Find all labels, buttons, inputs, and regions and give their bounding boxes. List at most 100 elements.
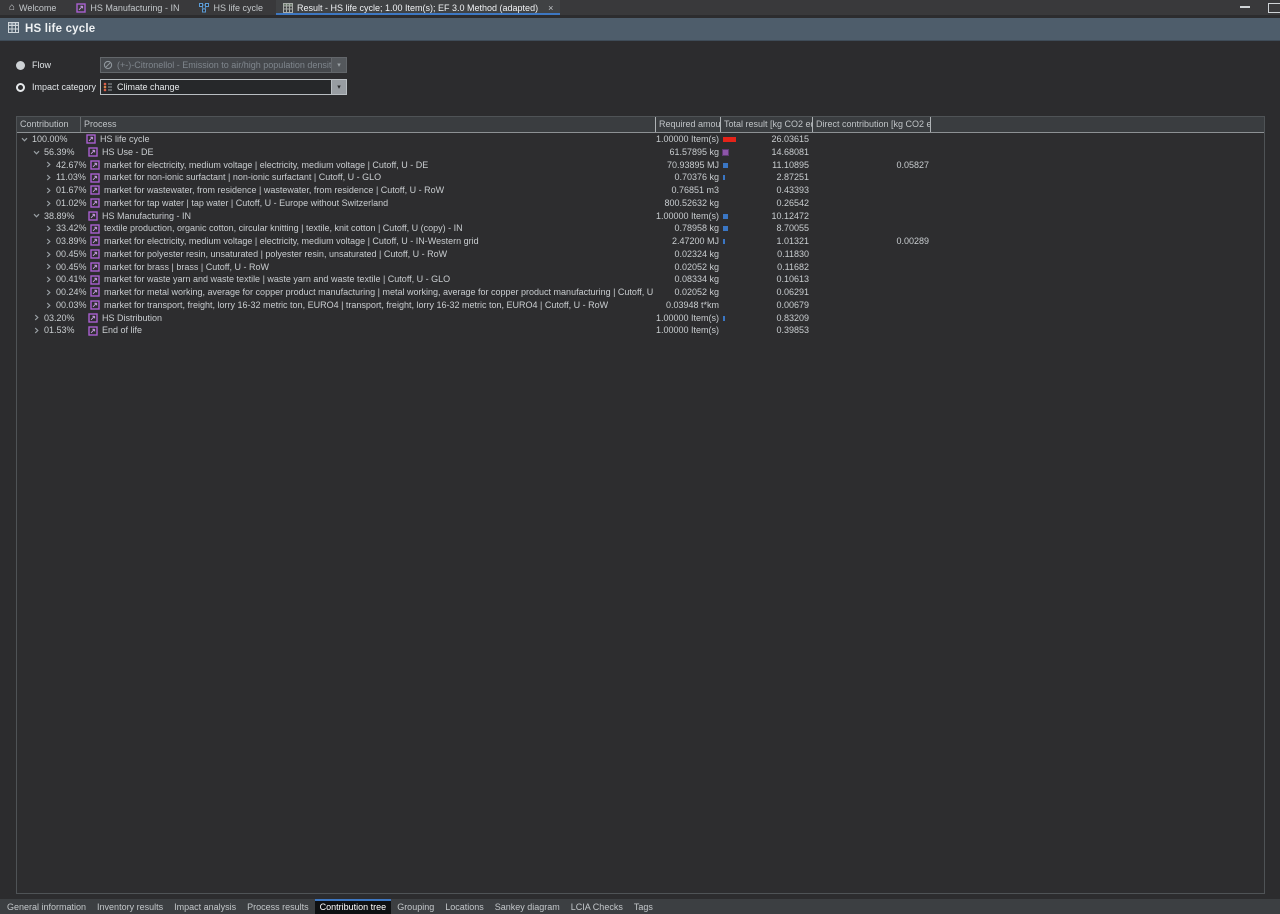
process-icon — [90, 160, 100, 170]
process-name: textile production, organic cotton, circ… — [104, 222, 463, 235]
column-header[interactable]: Process — [81, 117, 656, 132]
bottom-tab[interactable]: Tags — [629, 899, 658, 914]
flow-label: Flow — [32, 60, 51, 70]
chevron-right-icon[interactable] — [45, 263, 52, 270]
process-icon — [86, 134, 96, 144]
process-icon — [90, 173, 100, 183]
column-header[interactable]: Direct contribution [kg CO2 eq] — [813, 117, 931, 132]
top-tab[interactable]: HS life cycle — [192, 0, 270, 15]
total-result-cell: 2.87251 — [679, 171, 809, 184]
chevron-down-icon[interactable] — [33, 149, 40, 156]
chevron-down-icon[interactable] — [33, 212, 40, 219]
chevron-right-icon[interactable] — [45, 161, 52, 168]
tree-row[interactable]: 00.41% market for waste yarn and waste te… — [17, 273, 1264, 286]
home-icon: ⌂ — [9, 3, 15, 13]
chevron-down-icon[interactable] — [21, 136, 28, 143]
bottom-tab[interactable]: Sankey diagram — [490, 899, 565, 914]
tree-row[interactable]: 00.45%market for brass | brass | Cutoff,… — [17, 261, 1264, 274]
tree-row[interactable]: 38.89%HS Manufacturing - IN1.00000 Item(… — [17, 210, 1264, 223]
maximize-icon[interactable] — [1268, 3, 1280, 13]
process-name: HS Manufacturing - IN — [102, 210, 191, 223]
tree-row[interactable]: 01.02%market for tap water | tap water |… — [17, 197, 1264, 210]
contribution-cell: 00.03% — [45, 299, 87, 312]
contribution-cell: 00.24% — [45, 286, 87, 299]
chevron-right-icon[interactable] — [45, 276, 52, 283]
chevron-right-icon[interactable] — [45, 225, 52, 232]
result-table-icon — [283, 3, 293, 13]
chevron-right-icon[interactable] — [45, 251, 52, 258]
chevron-right-icon[interactable] — [45, 187, 52, 194]
column-header[interactable]: Required amount — [656, 117, 721, 132]
total-result-cell: 0.10613 — [679, 273, 809, 286]
flow-selector-row: Flow (+-)-Citronellol - Emission to air/… — [0, 57, 51, 73]
flow-combo: (+-)-Citronellol - Emission to air/high … — [100, 57, 347, 73]
top-tab[interactable]: ⌂ Welcome — [2, 0, 63, 15]
chevron-right-icon[interactable] — [45, 289, 52, 296]
process-icon — [90, 275, 100, 285]
tree-row[interactable]: 56.39%HS Use - DE61.57895 kg14.68081 — [17, 146, 1264, 159]
impact-category-radio[interactable] — [16, 83, 25, 92]
chevron-right-icon[interactable] — [33, 314, 40, 321]
contribution-cell: 100.00% — [21, 133, 68, 146]
tree-row[interactable]: 00.24%market for metal working, average … — [17, 286, 1264, 299]
tree-row[interactable]: 03.20%HS Distribution1.00000 Item(s)0.83… — [17, 312, 1264, 325]
impact-category-combo[interactable]: Climate change ▾ — [100, 79, 347, 95]
table-body: 100.00%HS life cycle1.00000 Item(s)26.03… — [17, 133, 1264, 337]
contribution-percent: 01.53% — [44, 324, 75, 337]
bottom-tab[interactable]: General information — [2, 899, 91, 914]
contribution-cell: 01.53% — [33, 324, 75, 337]
top-tab-label: Welcome — [19, 3, 56, 13]
bottom-tab[interactable]: Locations — [440, 899, 489, 914]
table-header-row: ContributionProcessRequired amountTotal … — [17, 117, 1264, 133]
tree-row[interactable]: 03.89%market for electricity, medium vol… — [17, 235, 1264, 248]
chevron-down-icon[interactable]: ▾ — [331, 80, 346, 94]
column-header[interactable]: Contribution — [17, 117, 81, 132]
bottom-tab[interactable]: LCIA Checks — [566, 899, 628, 914]
process-name: market for polyester resin, unsaturated … — [104, 248, 447, 261]
bottom-tab-bar: General informationInventory resultsImpa… — [0, 899, 1280, 914]
tree-row[interactable]: 00.03%market for transport, freight, lor… — [17, 299, 1264, 312]
contribution-percent: 01.67% — [56, 184, 87, 197]
process-name: market for waste yarn and waste textile … — [104, 273, 450, 286]
bottom-tab[interactable]: Contribution tree — [315, 899, 392, 914]
tree-row[interactable]: 01.67%market for wastewater, from reside… — [17, 184, 1264, 197]
bottom-tab[interactable]: Impact analysis — [169, 899, 241, 914]
column-header[interactable]: Total result [kg CO2 eq] — [721, 117, 813, 132]
chevron-right-icon[interactable] — [45, 200, 52, 207]
process-icon — [76, 3, 86, 13]
tree-row[interactable]: 100.00%HS life cycle1.00000 Item(s)26.03… — [17, 133, 1264, 146]
process-cell: HS life cycle — [86, 133, 150, 146]
bottom-tab[interactable]: Grouping — [392, 899, 439, 914]
tree-row[interactable]: 42.67%market for electricity, medium vol… — [17, 159, 1264, 172]
flow-radio[interactable] — [16, 61, 25, 70]
process-cell: market for non-ionic surfactant | non-io… — [90, 171, 381, 184]
contribution-percent: 56.39% — [44, 146, 75, 159]
contribution-cell: 01.02% — [45, 197, 87, 210]
chevron-right-icon[interactable] — [45, 174, 52, 181]
top-tab[interactable]: HS Manufacturing - IN — [69, 0, 186, 15]
total-result-cell: 10.12472 — [679, 210, 809, 223]
top-tab[interactable]: Result - HS life cycle; 1.00 Item(s); EF… — [276, 0, 560, 15]
total-result-cell: 0.39853 — [679, 324, 809, 337]
minimize-icon[interactable] — [1240, 6, 1250, 8]
contribution-cell: 03.89% — [45, 235, 87, 248]
contribution-percent: 00.45% — [56, 248, 87, 261]
bottom-tab[interactable]: Inventory results — [92, 899, 168, 914]
total-result-cell: 26.03615 — [679, 133, 809, 146]
contribution-percent: 100.00% — [32, 133, 68, 146]
tree-row[interactable]: 01.53%End of life1.00000 Item(s)0.39853 — [17, 324, 1264, 337]
contribution-percent: 00.41% — [56, 273, 87, 286]
tree-row[interactable]: 00.45% market for polyester resin, unsatu… — [17, 248, 1264, 261]
process-cell: HS Distribution — [88, 312, 162, 325]
close-icon[interactable]: × — [548, 3, 553, 13]
contribution-cell: 33.42% — [45, 222, 87, 235]
tree-row[interactable]: 11.03%market for non-ionic surfactant | … — [17, 171, 1264, 184]
chevron-right-icon[interactable] — [45, 238, 52, 245]
process-cell: market for waste yarn and waste textile … — [90, 273, 450, 286]
impact-category-selector-row: Impact category Climate change ▾ — [0, 79, 96, 95]
process-cell: market for polyester resin, unsaturated … — [90, 248, 447, 261]
tree-row[interactable]: 33.42% textile production, organic cotton… — [17, 222, 1264, 235]
chevron-right-icon[interactable] — [33, 327, 40, 334]
bottom-tab[interactable]: Process results — [242, 899, 314, 914]
chevron-right-icon[interactable] — [45, 302, 52, 309]
